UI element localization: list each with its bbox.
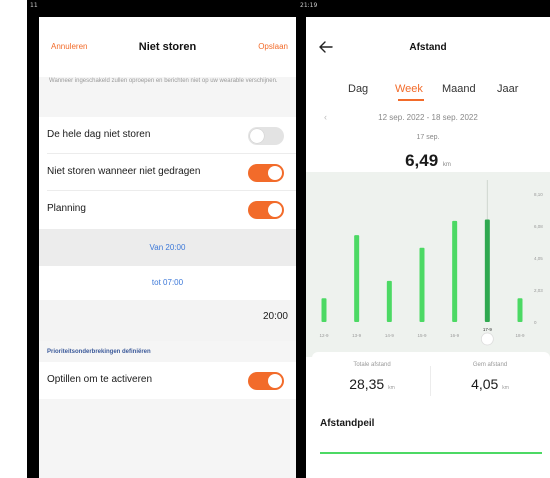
right-phone: 21:19 Afstand Dag Week Maand Jaar ‹ 12 s… [296, 0, 550, 478]
distance-screen: Afstand Dag Week Maand Jaar ‹ 12 sep. 20… [306, 17, 550, 478]
schedule-toggle[interactable] [248, 201, 284, 219]
stats-card: Totale afstand 28,35 km Gem afstand 4,05… [312, 352, 550, 410]
settings-card: De hele dag niet storen Niet storen wann… [39, 117, 296, 229]
selected-value-unit: km [442, 162, 451, 168]
y-tick-label: 0 [534, 320, 537, 325]
toggle-knob [250, 129, 264, 143]
x-tick-label: 12-9 [319, 333, 329, 338]
x-tick-label: 15-9 [417, 333, 427, 338]
selected-value-number: 6,49 [405, 151, 439, 170]
right-status-text: 21:19 [300, 2, 318, 9]
total-distance-label: Totale afstand [353, 362, 391, 368]
x-tick-label: 17-9 [483, 327, 493, 332]
page-title: Afstand [409, 42, 447, 53]
avg-distance-number: 4,05 [471, 376, 499, 392]
selected-date: 17 sep. [416, 134, 440, 141]
time-value[interactable]: 20:00 [263, 311, 288, 322]
bar-14-9[interactable] [386, 280, 392, 322]
bar-12-9[interactable] [321, 298, 327, 322]
tab-week[interactable]: Week [395, 83, 423, 95]
x-tick-label: 16-9 [450, 333, 460, 338]
distance-level-line [320, 452, 542, 454]
y-tick-label: 6,08 [534, 224, 543, 229]
x-tick-label: 18-9 [515, 333, 525, 338]
total-distance-unit: km [388, 385, 395, 391]
distance-chart[interactable]: 0 2,03 4,05 6,08 8,10 12-9 13-9 14-9 15-9 16-9 17-… [306, 172, 550, 357]
total-distance-number: 28,35 [349, 376, 385, 392]
selection-knob[interactable] [480, 332, 494, 346]
row-lift-label: Optillen om te activeren [47, 374, 153, 385]
total-distance-value: 28,35 km [317, 376, 427, 392]
toggle-knob [268, 166, 282, 180]
nav-bar: Annuleren Niet storen Opslaan [39, 17, 296, 77]
left-status-text: 11 [30, 2, 38, 9]
schedule-from[interactable]: Van 20:00 [39, 229, 296, 266]
right-status-bar: 21:19 [296, 0, 550, 17]
row-all-day-label: De hele dag niet storen [47, 129, 151, 140]
tab-month[interactable]: Maand [442, 83, 476, 95]
bar-16-9[interactable] [452, 220, 458, 322]
row-not-worn[interactable]: Niet storen wanneer niet gedragen [39, 154, 296, 191]
y-tick-label: 2,03 [534, 288, 543, 293]
y-tick-label: 8,10 [534, 192, 543, 197]
priority-header[interactable]: Prioriteitsonderbrekingen definiëren [47, 349, 151, 355]
date-range: 12 sep. 2022 - 18 sep. 2022 [378, 113, 478, 122]
selected-value: 6,49 km [306, 151, 550, 171]
left-phone: 11 Annuleren Niet storen Opslaan Wanneer… [27, 0, 296, 478]
row-all-day[interactable]: De hele dag niet storen [39, 117, 296, 154]
tab-year[interactable]: Jaar [497, 83, 518, 95]
distance-level-card: Afstandpeil [306, 410, 550, 478]
bar-15-9[interactable] [419, 247, 425, 322]
not-worn-toggle[interactable] [248, 164, 284, 182]
do-not-disturb-screen: Annuleren Niet storen Opslaan Wanneer in… [39, 17, 296, 478]
avg-distance-unit: km [502, 385, 509, 391]
toggle-knob [268, 203, 282, 217]
schedule-to[interactable]: tot 07:00 [39, 266, 296, 300]
row-schedule[interactable]: Planning [39, 191, 296, 228]
row-schedule-label: Planning [47, 203, 86, 214]
schedule-picker: Van 20:00 tot 07:00 20:00 [39, 229, 296, 341]
dnd-description: Wanneer ingeschakeld zullen oproepen en … [49, 78, 278, 84]
avg-distance-value: 4,05 km [435, 376, 545, 392]
bar-17-9[interactable] [484, 219, 490, 322]
row-lift-to-activate[interactable]: Optillen om te activeren [39, 362, 296, 399]
save-button[interactable]: Opslaan [258, 42, 288, 51]
left-status-bar: 11 [27, 0, 296, 17]
active-tab-indicator [398, 99, 424, 101]
x-tick-label: 14-9 [385, 333, 395, 338]
bar-13-9[interactable] [354, 235, 360, 322]
lift-toggle[interactable] [248, 372, 284, 390]
stats-divider [430, 366, 431, 396]
x-tick-label: 13-9 [352, 333, 362, 338]
avg-distance-label: Gem afstand [472, 362, 508, 368]
row-not-worn-label: Niet storen wanneer niet gedragen [47, 166, 201, 177]
bar-18-9[interactable] [517, 298, 523, 322]
toggle-knob [268, 374, 282, 388]
y-tick-label: 4,05 [534, 256, 543, 261]
tab-day[interactable]: Dag [348, 83, 368, 95]
section-title: Afstandpeil [320, 418, 375, 429]
lift-card: Optillen om te activeren [39, 362, 296, 399]
all-day-toggle[interactable] [248, 127, 284, 145]
